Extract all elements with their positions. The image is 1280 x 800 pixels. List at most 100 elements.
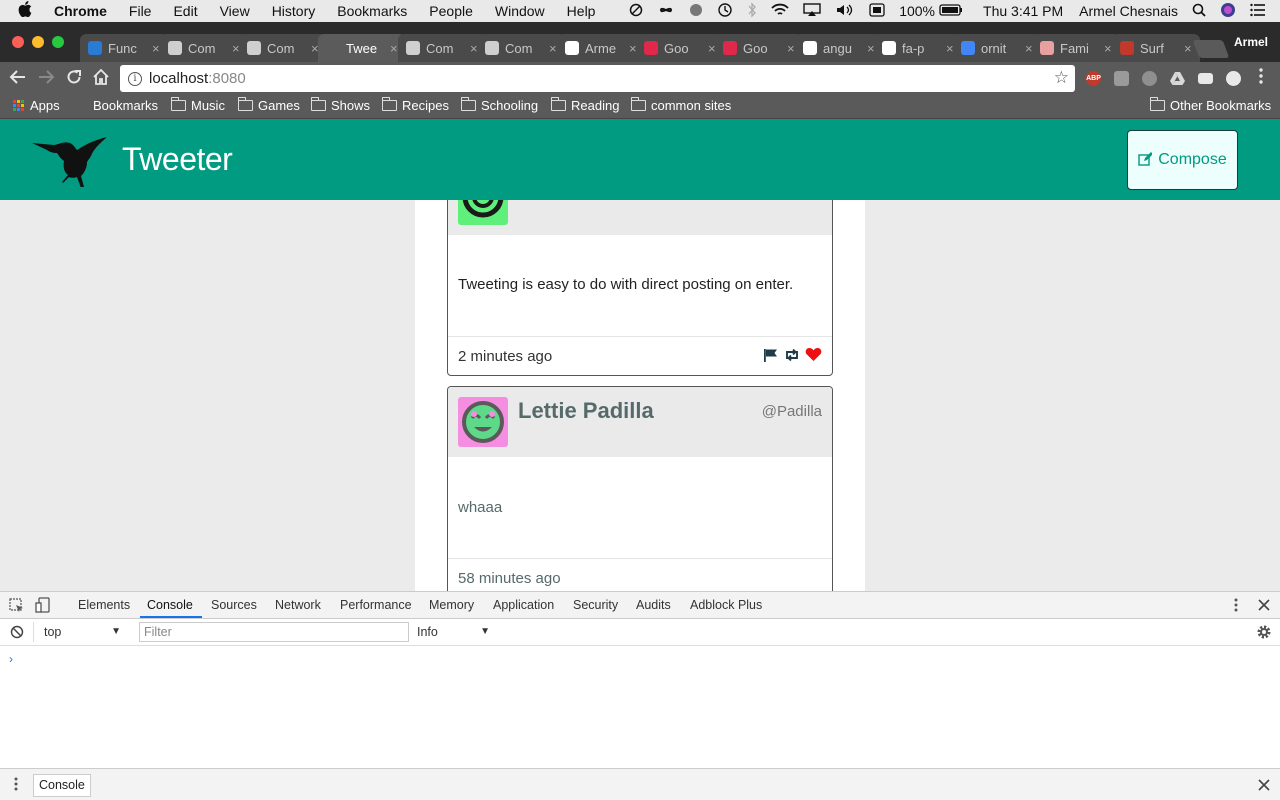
status-circle-icon[interactable]: [629, 3, 643, 20]
extension-puzzle-icon[interactable]: [1142, 71, 1157, 86]
browser-tab[interactable]: Com ×: [160, 34, 248, 62]
menu-bookmarks[interactable]: Bookmarks: [337, 3, 407, 19]
close-window-button[interactable]: [12, 36, 24, 48]
volume-icon[interactable]: [835, 3, 855, 20]
console-filter-input[interactable]: Filter: [139, 622, 409, 642]
close-tab-icon[interactable]: ×: [1184, 41, 1192, 56]
browser-tab[interactable]: Com ×: [239, 34, 327, 62]
wifi-icon[interactable]: [771, 3, 789, 20]
brand-title[interactable]: Tweeter: [122, 141, 233, 178]
heart-icon[interactable]: [805, 347, 822, 365]
adblock-plus-icon[interactable]: ABP: [1086, 71, 1101, 86]
bookmark-folder-recipes[interactable]: Recipes: [381, 97, 449, 113]
devtools-tab-performance[interactable]: Performance: [340, 598, 412, 612]
bookmark-folder-games[interactable]: Games: [237, 97, 300, 113]
compose-button[interactable]: Compose: [1127, 130, 1238, 190]
user-display-name[interactable]: Lettie Padilla: [518, 398, 654, 424]
menu-edit[interactable]: Edit: [173, 3, 197, 19]
menu-file[interactable]: File: [129, 3, 152, 19]
close-tab-icon[interactable]: ×: [152, 41, 160, 56]
context-select[interactable]: top ▼: [33, 622, 123, 642]
keyboard-icon[interactable]: [869, 2, 885, 20]
bluetooth-icon[interactable]: [747, 1, 757, 21]
console-settings-gear-icon[interactable]: [1256, 624, 1272, 643]
browser-tab[interactable]: fa-p ×: [874, 34, 962, 62]
google-drive-icon[interactable]: [1170, 71, 1185, 86]
menu-app-name[interactable]: Chrome: [54, 3, 107, 19]
devtools-tab-memory[interactable]: Memory: [429, 598, 474, 612]
zoom-window-button[interactable]: [52, 36, 64, 48]
drawer-menu-icon[interactable]: [13, 777, 19, 794]
browser-tab[interactable]: Goo ×: [715, 34, 803, 62]
browser-tab[interactable]: angu ×: [795, 34, 883, 62]
browser-tab[interactable]: Fami ×: [1032, 34, 1120, 62]
inspect-element-icon[interactable]: [9, 598, 24, 616]
log-level-select[interactable]: Info ▼: [417, 622, 492, 642]
forward-button[interactable]: [37, 68, 55, 90]
browser-tab[interactable]: Twee ×: [318, 34, 406, 62]
drawer-close-icon[interactable]: [1258, 779, 1270, 794]
user-name[interactable]: Armel Chesnais: [1079, 3, 1178, 19]
bookmark-folder-music[interactable]: Music: [170, 97, 225, 113]
apple-icon[interactable]: [18, 1, 40, 21]
devtools-tab-application[interactable]: Application: [493, 598, 554, 612]
airplay-icon[interactable]: [803, 2, 821, 20]
notification-center-icon[interactable]: [1250, 3, 1266, 20]
site-info-icon[interactable]: i: [128, 71, 142, 86]
user-handle[interactable]: @Padilla: [762, 403, 822, 420]
home-button[interactable]: [92, 68, 110, 90]
reload-button[interactable]: [65, 68, 83, 90]
chrome-menu-icon[interactable]: [1258, 67, 1264, 89]
onepassword-icon[interactable]: [1226, 71, 1241, 86]
back-button[interactable]: [9, 68, 27, 90]
browser-tab[interactable]: Com ×: [398, 34, 486, 62]
bookmark-star-icon[interactable]: ☆: [1054, 68, 1069, 88]
menu-window[interactable]: Window: [495, 3, 545, 19]
devtools-tab-console[interactable]: Console: [147, 598, 193, 612]
infinity-icon[interactable]: [657, 3, 675, 19]
console-prompt[interactable]: ›: [9, 652, 13, 666]
new-tab-button[interactable]: [1192, 40, 1230, 58]
time-machine-icon[interactable]: [717, 2, 733, 21]
device-toolbar-icon[interactable]: [35, 597, 51, 616]
menu-help[interactable]: Help: [567, 3, 596, 19]
bookmark-bookmarks[interactable]: Bookmarks: [93, 98, 158, 113]
browser-tab[interactable]: Func ×: [80, 34, 168, 62]
cast-icon[interactable]: [1198, 73, 1213, 84]
ball-icon[interactable]: [689, 3, 703, 20]
devtools-close-icon[interactable]: [1258, 599, 1270, 614]
browser-tab[interactable]: ornit ×: [953, 34, 1041, 62]
close-tab-icon[interactable]: ×: [549, 41, 557, 56]
menu-view[interactable]: View: [220, 3, 250, 19]
devtools-tab-network[interactable]: Network: [275, 598, 321, 612]
extension-icon[interactable]: [1114, 71, 1129, 86]
devtools-menu-icon[interactable]: [1233, 598, 1239, 615]
devtools-tab-sources[interactable]: Sources: [211, 598, 257, 612]
devtools-tab-elements[interactable]: Elements: [78, 598, 130, 612]
bookmark-folder-reading[interactable]: Reading: [550, 97, 619, 113]
browser-tab[interactable]: Com ×: [477, 34, 565, 62]
address-bar[interactable]: i localhost:8080 ☆: [120, 65, 1075, 92]
retweet-icon[interactable]: [783, 348, 801, 365]
spotlight-icon[interactable]: [1192, 3, 1206, 20]
close-tab-icon[interactable]: ×: [390, 41, 398, 56]
browser-tab[interactable]: Goo ×: [636, 34, 724, 62]
close-tab-icon[interactable]: ×: [787, 41, 795, 56]
menu-people[interactable]: People: [429, 3, 473, 19]
minimize-window-button[interactable]: [32, 36, 44, 48]
browser-tab[interactable]: Surf ×: [1112, 34, 1200, 62]
siri-icon[interactable]: [1220, 2, 1236, 21]
clear-console-icon[interactable]: [10, 625, 24, 642]
devtools-tab-security[interactable]: Security: [573, 598, 618, 612]
browser-tab[interactable]: Arme ×: [557, 34, 645, 62]
bookmark-folder-schooling[interactable]: Schooling: [460, 97, 538, 113]
menu-history[interactable]: History: [272, 3, 316, 19]
devtools-tab-audits[interactable]: Audits: [636, 598, 671, 612]
devtools-tab-adblock-plus[interactable]: Adblock Plus: [690, 598, 762, 612]
drawer-tab-console[interactable]: Console: [33, 774, 91, 797]
battery-icon[interactable]: [939, 3, 963, 19]
bookmark-folder-other[interactable]: Other Bookmarks: [1149, 97, 1271, 113]
bookmark-folder-common-sites[interactable]: common sites: [630, 97, 731, 113]
clock[interactable]: Thu 3:41 PM: [983, 3, 1063, 19]
close-tab-icon[interactable]: ×: [1104, 41, 1112, 56]
